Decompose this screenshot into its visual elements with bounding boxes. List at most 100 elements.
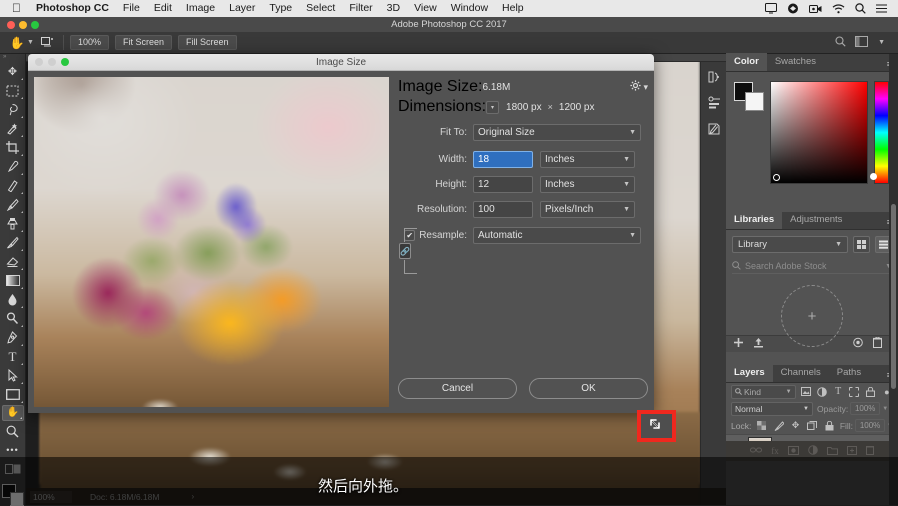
- width-unit-select[interactable]: Inches ▼: [540, 150, 635, 168]
- zoom-100-button[interactable]: 100%: [69, 35, 109, 50]
- notes-rail-icon[interactable]: [703, 116, 725, 142]
- lasso-tool[interactable]: [2, 101, 24, 119]
- apple-icon[interactable]: : [6, 0, 29, 17]
- chain-link-icon[interactable]: 🔗: [399, 243, 411, 259]
- color-picker-handle[interactable]: [773, 174, 780, 181]
- library-search-input[interactable]: Search Adobe Stock: [745, 261, 881, 271]
- trash-icon[interactable]: [873, 336, 882, 351]
- height-input[interactable]: 12: [473, 175, 533, 193]
- fit-screen-button[interactable]: Fit Screen: [114, 35, 172, 50]
- brush-tool[interactable]: [2, 196, 24, 214]
- menu-window[interactable]: Window: [444, 0, 495, 17]
- menu-type[interactable]: Type: [262, 0, 299, 17]
- shape-filter-icon[interactable]: [848, 386, 860, 397]
- menu-layer[interactable]: Layer: [222, 0, 262, 17]
- move-tool[interactable]: ✥: [2, 63, 24, 81]
- chevron-down-icon[interactable]: ▼: [882, 406, 888, 412]
- marquee-tool[interactable]: [2, 82, 24, 100]
- resample-select[interactable]: Automatic ▼: [473, 226, 641, 244]
- eraser-tool[interactable]: [2, 253, 24, 271]
- search-icon[interactable]: [835, 34, 846, 52]
- workspace-icon[interactable]: [855, 34, 869, 52]
- dimensions-units-button[interactable]: ▾: [486, 100, 500, 114]
- more-tools[interactable]: •••: [2, 441, 24, 459]
- crop-tool[interactable]: [2, 139, 24, 157]
- lock-position-icon[interactable]: ✥: [789, 420, 802, 431]
- delete-layer-icon[interactable]: [865, 445, 874, 457]
- chevron-down-icon[interactable]: ▼: [877, 39, 890, 46]
- dodge-tool[interactable]: [2, 310, 24, 328]
- menu-edit[interactable]: Edit: [147, 0, 179, 17]
- hue-slider[interactable]: [870, 81, 889, 184]
- tab-swatches[interactable]: Swatches: [767, 53, 824, 71]
- tool-preset-icon[interactable]: [39, 34, 57, 52]
- upload-icon[interactable]: [753, 337, 764, 351]
- color-picker-field[interactable]: [770, 81, 868, 184]
- quick-selection-tool[interactable]: [2, 120, 24, 138]
- library-search-row[interactable]: Search Adobe Stock ▼: [732, 259, 892, 274]
- blend-mode-select[interactable]: Normal ▼: [731, 401, 813, 416]
- gear-chevron-icon[interactable]: ▾: [641, 82, 648, 93]
- image-size-dialog[interactable]: Image Size Image Size: 6.18M ▾ Dimension…: [28, 54, 654, 413]
- gear-icon[interactable]: [630, 80, 642, 94]
- type-filter-icon[interactable]: T: [832, 386, 844, 397]
- wifi-icon[interactable]: [827, 3, 850, 14]
- hand-tool-icon[interactable]: ✋: [8, 34, 26, 52]
- tab-color[interactable]: Color: [726, 53, 767, 71]
- grid-view-icon[interactable]: [853, 236, 870, 253]
- canvas-vertical-scrollbar[interactable]: [889, 54, 898, 505]
- new-group-icon[interactable]: [826, 446, 838, 457]
- menu-3d[interactable]: 3D: [380, 0, 407, 17]
- menu-image[interactable]: Image: [179, 0, 222, 17]
- menu-select[interactable]: Select: [299, 0, 342, 17]
- link-dimensions-control[interactable]: 🔗: [398, 228, 420, 274]
- path-selection-tool[interactable]: [2, 367, 24, 385]
- add-to-library-placeholder[interactable]: +: [781, 285, 843, 347]
- tab-adjustments[interactable]: Adjustments: [782, 211, 850, 229]
- width-input[interactable]: 18: [473, 150, 533, 168]
- ok-button[interactable]: OK: [529, 378, 648, 399]
- opacity-value[interactable]: 100%: [850, 402, 881, 415]
- tools-collapse-handle[interactable]: »: [0, 54, 25, 63]
- menu-help[interactable]: Help: [495, 0, 531, 17]
- scrollbar-thumb[interactable]: [891, 204, 896, 389]
- fill-value[interactable]: 100%: [855, 419, 886, 432]
- menu-view[interactable]: View: [407, 0, 444, 17]
- tab-libraries[interactable]: Libraries: [726, 211, 783, 229]
- library-select[interactable]: Library ▼: [732, 236, 848, 253]
- gradient-tool[interactable]: [2, 272, 24, 290]
- fill-screen-button[interactable]: Fill Screen: [177, 35, 237, 50]
- height-unit-select[interactable]: Inches ▼: [540, 175, 635, 193]
- lock-transparency-icon[interactable]: [755, 421, 768, 430]
- menu-app-name[interactable]: Photoshop CC: [29, 0, 116, 17]
- type-tool[interactable]: T: [2, 348, 24, 366]
- layer-style-icon[interactable]: fx: [771, 446, 779, 456]
- pen-tool[interactable]: [2, 329, 24, 347]
- smart-object-filter-icon[interactable]: [865, 386, 877, 397]
- rectangle-tool[interactable]: [2, 386, 24, 404]
- display-icon[interactable]: [760, 3, 782, 14]
- adjustment-layer-icon[interactable]: [807, 445, 818, 457]
- tab-paths[interactable]: Paths: [829, 364, 869, 382]
- lock-image-icon[interactable]: [772, 420, 785, 431]
- sync-icon[interactable]: [852, 337, 864, 351]
- pixel-filter-icon[interactable]: [800, 387, 812, 396]
- color-panel-swatches[interactable]: [734, 82, 764, 111]
- list-icon[interactable]: [871, 4, 892, 13]
- layer-mask-icon[interactable]: [787, 445, 799, 457]
- history-rail-icon[interactable]: [703, 64, 725, 90]
- tab-layers[interactable]: Layers: [726, 364, 773, 382]
- chevron-down-icon[interactable]: ▼: [26, 39, 39, 46]
- clone-stamp-tool[interactable]: [2, 215, 24, 233]
- zoom-tool[interactable]: [2, 422, 24, 440]
- properties-rail-icon[interactable]: [703, 90, 725, 116]
- hue-slider-handle[interactable]: [870, 173, 877, 180]
- adjustment-filter-icon[interactable]: [816, 386, 828, 397]
- dropbox-icon[interactable]: [782, 3, 804, 14]
- layer-filter-kind-select[interactable]: Kind ▼: [731, 384, 796, 399]
- fit-to-select[interactable]: Original Size ▼: [473, 123, 641, 141]
- add-icon[interactable]: [733, 337, 744, 351]
- cancel-button[interactable]: Cancel: [398, 378, 517, 399]
- healing-brush-tool[interactable]: [2, 177, 24, 195]
- link-layers-icon[interactable]: [750, 446, 763, 456]
